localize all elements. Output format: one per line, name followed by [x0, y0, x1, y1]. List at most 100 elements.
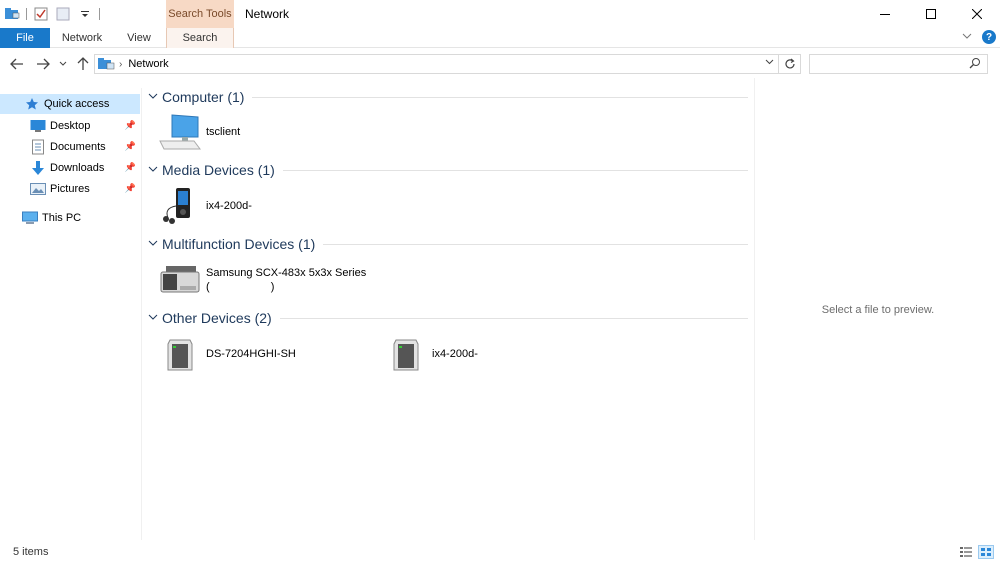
sidebar-label: This PC	[42, 212, 82, 224]
tab-network[interactable]: Network	[52, 28, 112, 48]
downloads-icon	[30, 160, 46, 176]
ribbon-right-controls: ?	[962, 30, 996, 44]
group-header-computer[interactable]: Computer (1)	[148, 86, 748, 108]
back-icon[interactable]	[8, 55, 26, 73]
tab-search[interactable]: Search	[166, 28, 234, 48]
customize-toolbar-icon[interactable]	[77, 6, 93, 22]
pin-icon[interactable]: 📌	[125, 183, 136, 194]
item-label-block: Samsung SCX-483x 5x3x Series ( )	[206, 266, 366, 294]
expand-ribbon-icon[interactable]	[962, 31, 972, 43]
documents-icon	[30, 139, 46, 155]
new-folder-icon[interactable]	[55, 6, 71, 22]
group-header-other-devices[interactable]: Other Devices (2)	[148, 307, 748, 329]
list-item[interactable]: ix4-200d-	[158, 186, 252, 226]
item-label: ix4-200d-	[432, 348, 478, 360]
sidebar-item-desktop[interactable]: Desktop 📌	[0, 116, 140, 136]
breadcrumb-separator-icon[interactable]: ›	[119, 59, 122, 70]
list-item[interactable]: DS-7204HGHI-SH	[158, 334, 296, 374]
group-divider	[252, 96, 748, 98]
details-view-icon[interactable]	[958, 545, 974, 559]
search-input[interactable]	[810, 55, 960, 73]
tab-view[interactable]: View	[114, 28, 164, 48]
properties-icon[interactable]	[33, 6, 49, 22]
sidebar-item-downloads[interactable]: Downloads 📌	[0, 158, 140, 178]
sidebar-label: Quick access	[44, 98, 110, 110]
desktop-icon	[30, 118, 46, 134]
collapse-chevron-icon[interactable]	[148, 313, 162, 324]
pictures-icon	[30, 181, 46, 197]
navigation-pane: Quick access Desktop 📌 Documents 📌 Downl…	[0, 88, 142, 540]
address-dropdown-icon[interactable]	[765, 57, 774, 68]
sidebar-label: Downloads	[50, 162, 105, 174]
view-switcher	[958, 545, 994, 559]
group-divider	[282, 169, 748, 171]
breadcrumb-network[interactable]: Network	[128, 58, 168, 70]
toolbar-separator	[26, 8, 27, 20]
group-title: Other Devices (2)	[162, 310, 272, 326]
preview-pane: Select a file to preview.	[754, 78, 1000, 540]
recent-locations-icon[interactable]	[57, 55, 69, 73]
window-title: Network	[245, 7, 290, 21]
toolbar-separator	[99, 8, 100, 20]
item-count: 5 items	[13, 546, 49, 558]
network-device-icon	[158, 334, 202, 374]
list-item[interactable]: tsclient	[158, 112, 240, 152]
pin-icon[interactable]: 📌	[125, 120, 136, 131]
group-title: Multifunction Devices (1)	[162, 236, 316, 252]
sidebar-label: Desktop	[50, 120, 91, 132]
search-box[interactable]	[809, 54, 988, 74]
item-sublabel: ( )	[206, 281, 275, 293]
item-label: ix4-200d-	[206, 200, 252, 212]
network-device-icon	[384, 334, 428, 374]
navigation-bar: › Network	[0, 50, 1000, 78]
quick-access-toolbar	[4, 6, 100, 22]
collapse-chevron-icon[interactable]	[148, 165, 162, 176]
window-controls	[862, 0, 1000, 28]
preview-placeholder: Select a file to preview.	[821, 304, 935, 316]
sidebar-label: Pictures	[50, 183, 90, 195]
list-item[interactable]: ix4-200d-	[384, 334, 478, 374]
item-label: DS-7204HGHI-SH	[206, 348, 296, 360]
network-folder-icon	[4, 6, 20, 22]
this-pc-icon	[22, 210, 38, 226]
address-bar[interactable]: › Network	[94, 54, 801, 74]
group-divider	[279, 317, 748, 319]
item-label: Samsung SCX-483x 5x3x Series	[206, 267, 367, 279]
pin-icon[interactable]: 📌	[125, 162, 136, 173]
star-icon	[24, 96, 40, 112]
search-tools-context-label: Search Tools	[166, 0, 234, 28]
search-icon[interactable]	[969, 57, 981, 72]
file-list: Computer (1) tsclient Media Devices (1) …	[146, 84, 754, 540]
help-icon[interactable]: ?	[982, 30, 996, 44]
tab-file[interactable]: File	[0, 28, 50, 48]
sidebar-item-quick-access[interactable]: Quick access	[0, 94, 140, 114]
group-divider	[323, 243, 748, 245]
status-bar: 5 items	[0, 541, 1000, 563]
minimize-icon[interactable]	[862, 0, 908, 28]
sidebar-item-documents[interactable]: Documents 📌	[0, 137, 140, 157]
collapse-chevron-icon[interactable]	[148, 92, 162, 103]
printer-icon	[158, 260, 202, 300]
sidebar-item-pictures[interactable]: Pictures 📌	[0, 179, 140, 199]
group-header-multifunction-devices[interactable]: Multifunction Devices (1)	[148, 233, 748, 255]
group-title: Media Devices (1)	[162, 162, 275, 178]
sidebar-label: Documents	[50, 141, 106, 153]
item-label: tsclient	[206, 126, 241, 138]
media-player-icon	[158, 186, 202, 226]
computer-icon	[158, 112, 202, 152]
refresh-icon[interactable]	[778, 54, 800, 74]
sidebar-item-this-pc[interactable]: This PC	[0, 208, 140, 228]
collapse-chevron-icon[interactable]	[148, 239, 162, 250]
maximize-icon[interactable]	[908, 0, 954, 28]
title-bar: Search Tools Network	[0, 0, 1000, 28]
group-header-media-devices[interactable]: Media Devices (1)	[148, 159, 748, 181]
network-icon	[97, 56, 115, 72]
forward-icon[interactable]	[34, 55, 52, 73]
tiles-view-icon[interactable]	[978, 545, 994, 559]
list-item[interactable]: Samsung SCX-483x 5x3x Series ( )	[158, 260, 366, 300]
ribbon-tabs: File Network View Search ?	[0, 28, 1000, 48]
pin-icon[interactable]: 📌	[125, 141, 136, 152]
close-icon[interactable]	[954, 0, 1000, 28]
up-icon[interactable]	[74, 55, 92, 73]
group-title: Computer (1)	[162, 89, 245, 105]
